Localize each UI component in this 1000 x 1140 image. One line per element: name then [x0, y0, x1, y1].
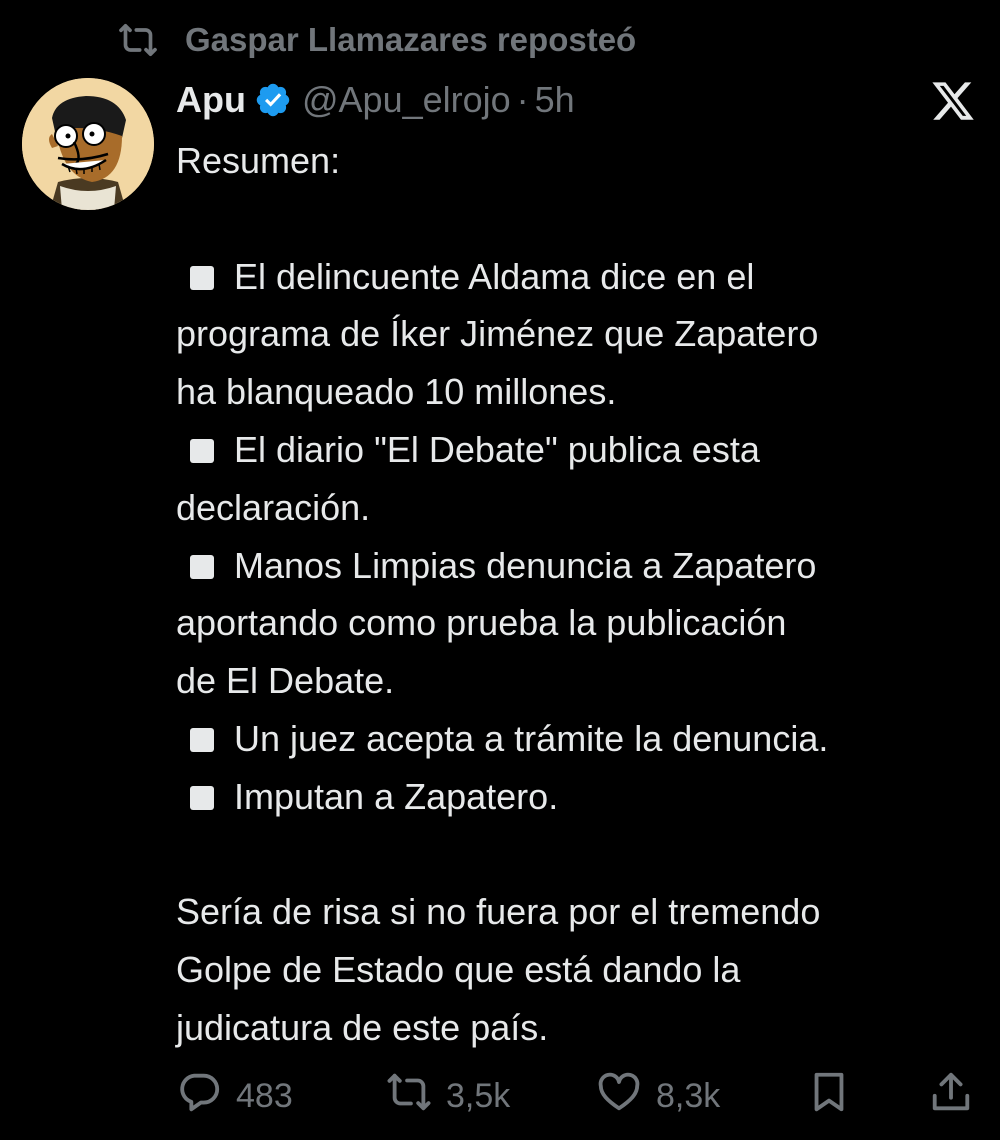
tweet-line: El diario "El Debate" publica esta [176, 421, 986, 479]
tweet-action-bar: 483 3,5k 8,3k [0, 1070, 1000, 1122]
share-button[interactable] [928, 1070, 974, 1122]
square-bullet-icon [190, 785, 214, 810]
tweet-text: Resumen: El delincuente Aldama dice en e… [176, 132, 986, 1057]
reply-count: 483 [236, 1076, 293, 1115]
line-text: Resumen: [176, 140, 341, 181]
line-text: declaración. [176, 486, 371, 528]
tweet-line: de El Debate. [176, 652, 986, 710]
line-text: de El Debate. [176, 660, 395, 702]
avatar[interactable] [22, 78, 154, 210]
line-text: El diario "El Debate" publica esta [234, 428, 760, 470]
tweet-line: Golpe de Estado que está dando la [176, 941, 986, 999]
tweet-line: El delincuente Aldama dice en el [176, 248, 986, 306]
tweet-line: Un juez acepta a trámite la denuncia. [176, 710, 986, 768]
like-count: 8,3k [656, 1076, 721, 1115]
line-text: Manos Limpias denuncia a Zapatero [234, 544, 817, 586]
repost-count: 3,5k [446, 1076, 511, 1115]
tweet-line: declaración. [176, 479, 986, 537]
line-text: Sería de risa si no fuera por el tremend… [176, 891, 821, 933]
square-bullet-icon [190, 554, 214, 579]
square-bullet-icon [190, 265, 214, 290]
tweet-line: Imputan a Zapatero. [176, 768, 986, 826]
verified-badge-icon[interactable] [254, 81, 292, 119]
heart-icon [596, 1069, 642, 1124]
reply-icon [176, 1069, 222, 1124]
share-icon [928, 1069, 974, 1124]
tweet-timestamp[interactable]: 5h [535, 79, 575, 121]
repost-label: Gaspar Llamazares reposteó [185, 21, 637, 58]
line-text: Golpe de Estado que está dando la [176, 949, 741, 991]
like-button[interactable]: 8,3k [596, 1070, 720, 1122]
square-bullet-icon [190, 727, 214, 752]
repost-header[interactable]: Gaspar Llamazares reposteó [115, 18, 636, 62]
line-text: judicatura de este país. [176, 1006, 549, 1048]
tweet-line: Sería de risa si no fuera por el tremend… [176, 883, 986, 941]
tweet-line: Manos Limpias denuncia a Zapatero [176, 537, 986, 595]
line-text: Imputan a Zapatero. [234, 775, 559, 817]
line-text: programa de Íker Jiménez que Zapatero [176, 313, 819, 355]
repost-icon [386, 1069, 432, 1124]
tweet-line: ha blanqueado 10 millones. [176, 363, 986, 421]
tweet-author-row: Apu @Apu_elrojo · 5h [176, 76, 575, 124]
x-logo-icon [930, 78, 976, 124]
tweet-line: aportando como prueba la publicación [176, 594, 986, 652]
reply-button[interactable]: 483 [176, 1070, 293, 1122]
square-bullet-icon [190, 438, 214, 463]
tweet-line: Resumen: [176, 132, 986, 190]
tweet-line: programa de Íker Jiménez que Zapatero [176, 305, 986, 363]
bookmark-button[interactable] [806, 1070, 852, 1122]
line-text: Un juez acepta a trámite la denuncia. [234, 717, 829, 759]
author-name[interactable]: Apu [176, 79, 246, 121]
line-text: ha blanqueado 10 millones. [176, 371, 617, 413]
line-text: El delincuente Aldama dice en el [234, 255, 755, 297]
repost-icon [115, 20, 161, 60]
repost-button[interactable]: 3,5k [386, 1070, 510, 1122]
bookmark-icon [806, 1069, 852, 1124]
tweet-line: judicatura de este país. [176, 999, 986, 1057]
separator-dot: · [516, 79, 529, 120]
line-text: aportando como prueba la publicación [176, 602, 787, 644]
author-handle[interactable]: @Apu_elrojo [302, 79, 511, 121]
